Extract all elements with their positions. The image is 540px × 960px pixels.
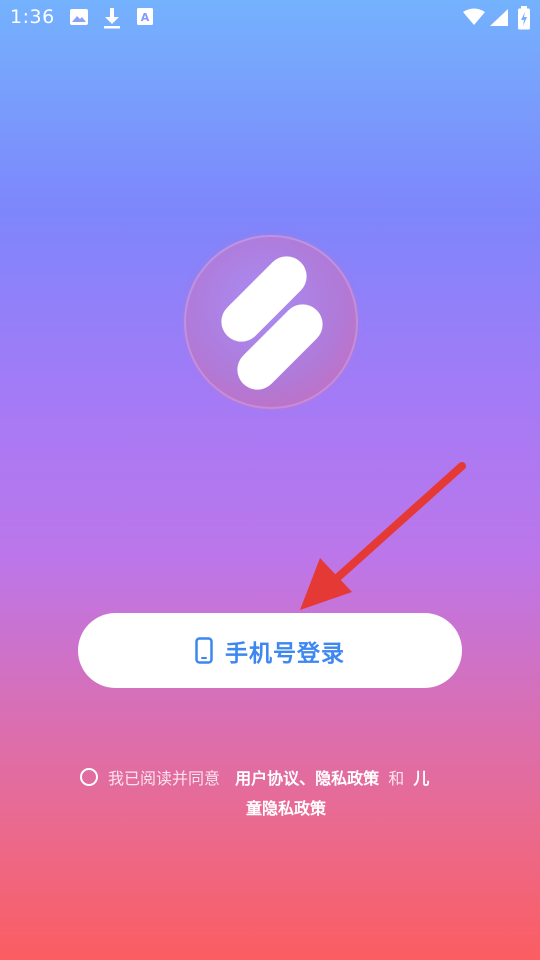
battery-icon <box>518 6 530 30</box>
children-privacy-link-part-1[interactable]: 儿 <box>413 769 429 788</box>
agreement-conjunction: 和 <box>388 769 405 788</box>
phone-login-button[interactable]: 手机号登录 <box>78 613 462 688</box>
font-icon: A <box>137 8 153 25</box>
login-screen: 1:36 A 手机号登录 我已阅读并同意 用户协议、隐私政策 和 儿 童隐私政策 <box>0 0 540 960</box>
download-icon <box>104 8 120 29</box>
status-bar: 1:36 A <box>0 0 540 36</box>
agreement-line-1: 我已阅读并同意 用户协议、隐私政策 和 儿 <box>108 764 429 794</box>
wifi-icon <box>463 8 485 25</box>
agreement-prefix: 我已阅读并同意 <box>108 769 221 788</box>
signal-icon <box>490 9 508 26</box>
agreement-line-2: 童隐私政策 <box>246 794 326 824</box>
children-privacy-link-part-2[interactable]: 童隐私政策 <box>246 799 326 818</box>
red-arrow-icon <box>300 462 466 610</box>
status-time: 1:36 <box>10 6 55 28</box>
phone-icon <box>195 637 213 664</box>
image-icon <box>70 9 88 25</box>
agree-radio[interactable] <box>80 768 98 786</box>
app-logo <box>184 235 358 409</box>
user-privacy-link[interactable]: 用户协议、隐私政策 <box>235 769 379 788</box>
phone-login-label: 手机号登录 <box>225 640 345 667</box>
svg-text:A: A <box>141 11 150 24</box>
